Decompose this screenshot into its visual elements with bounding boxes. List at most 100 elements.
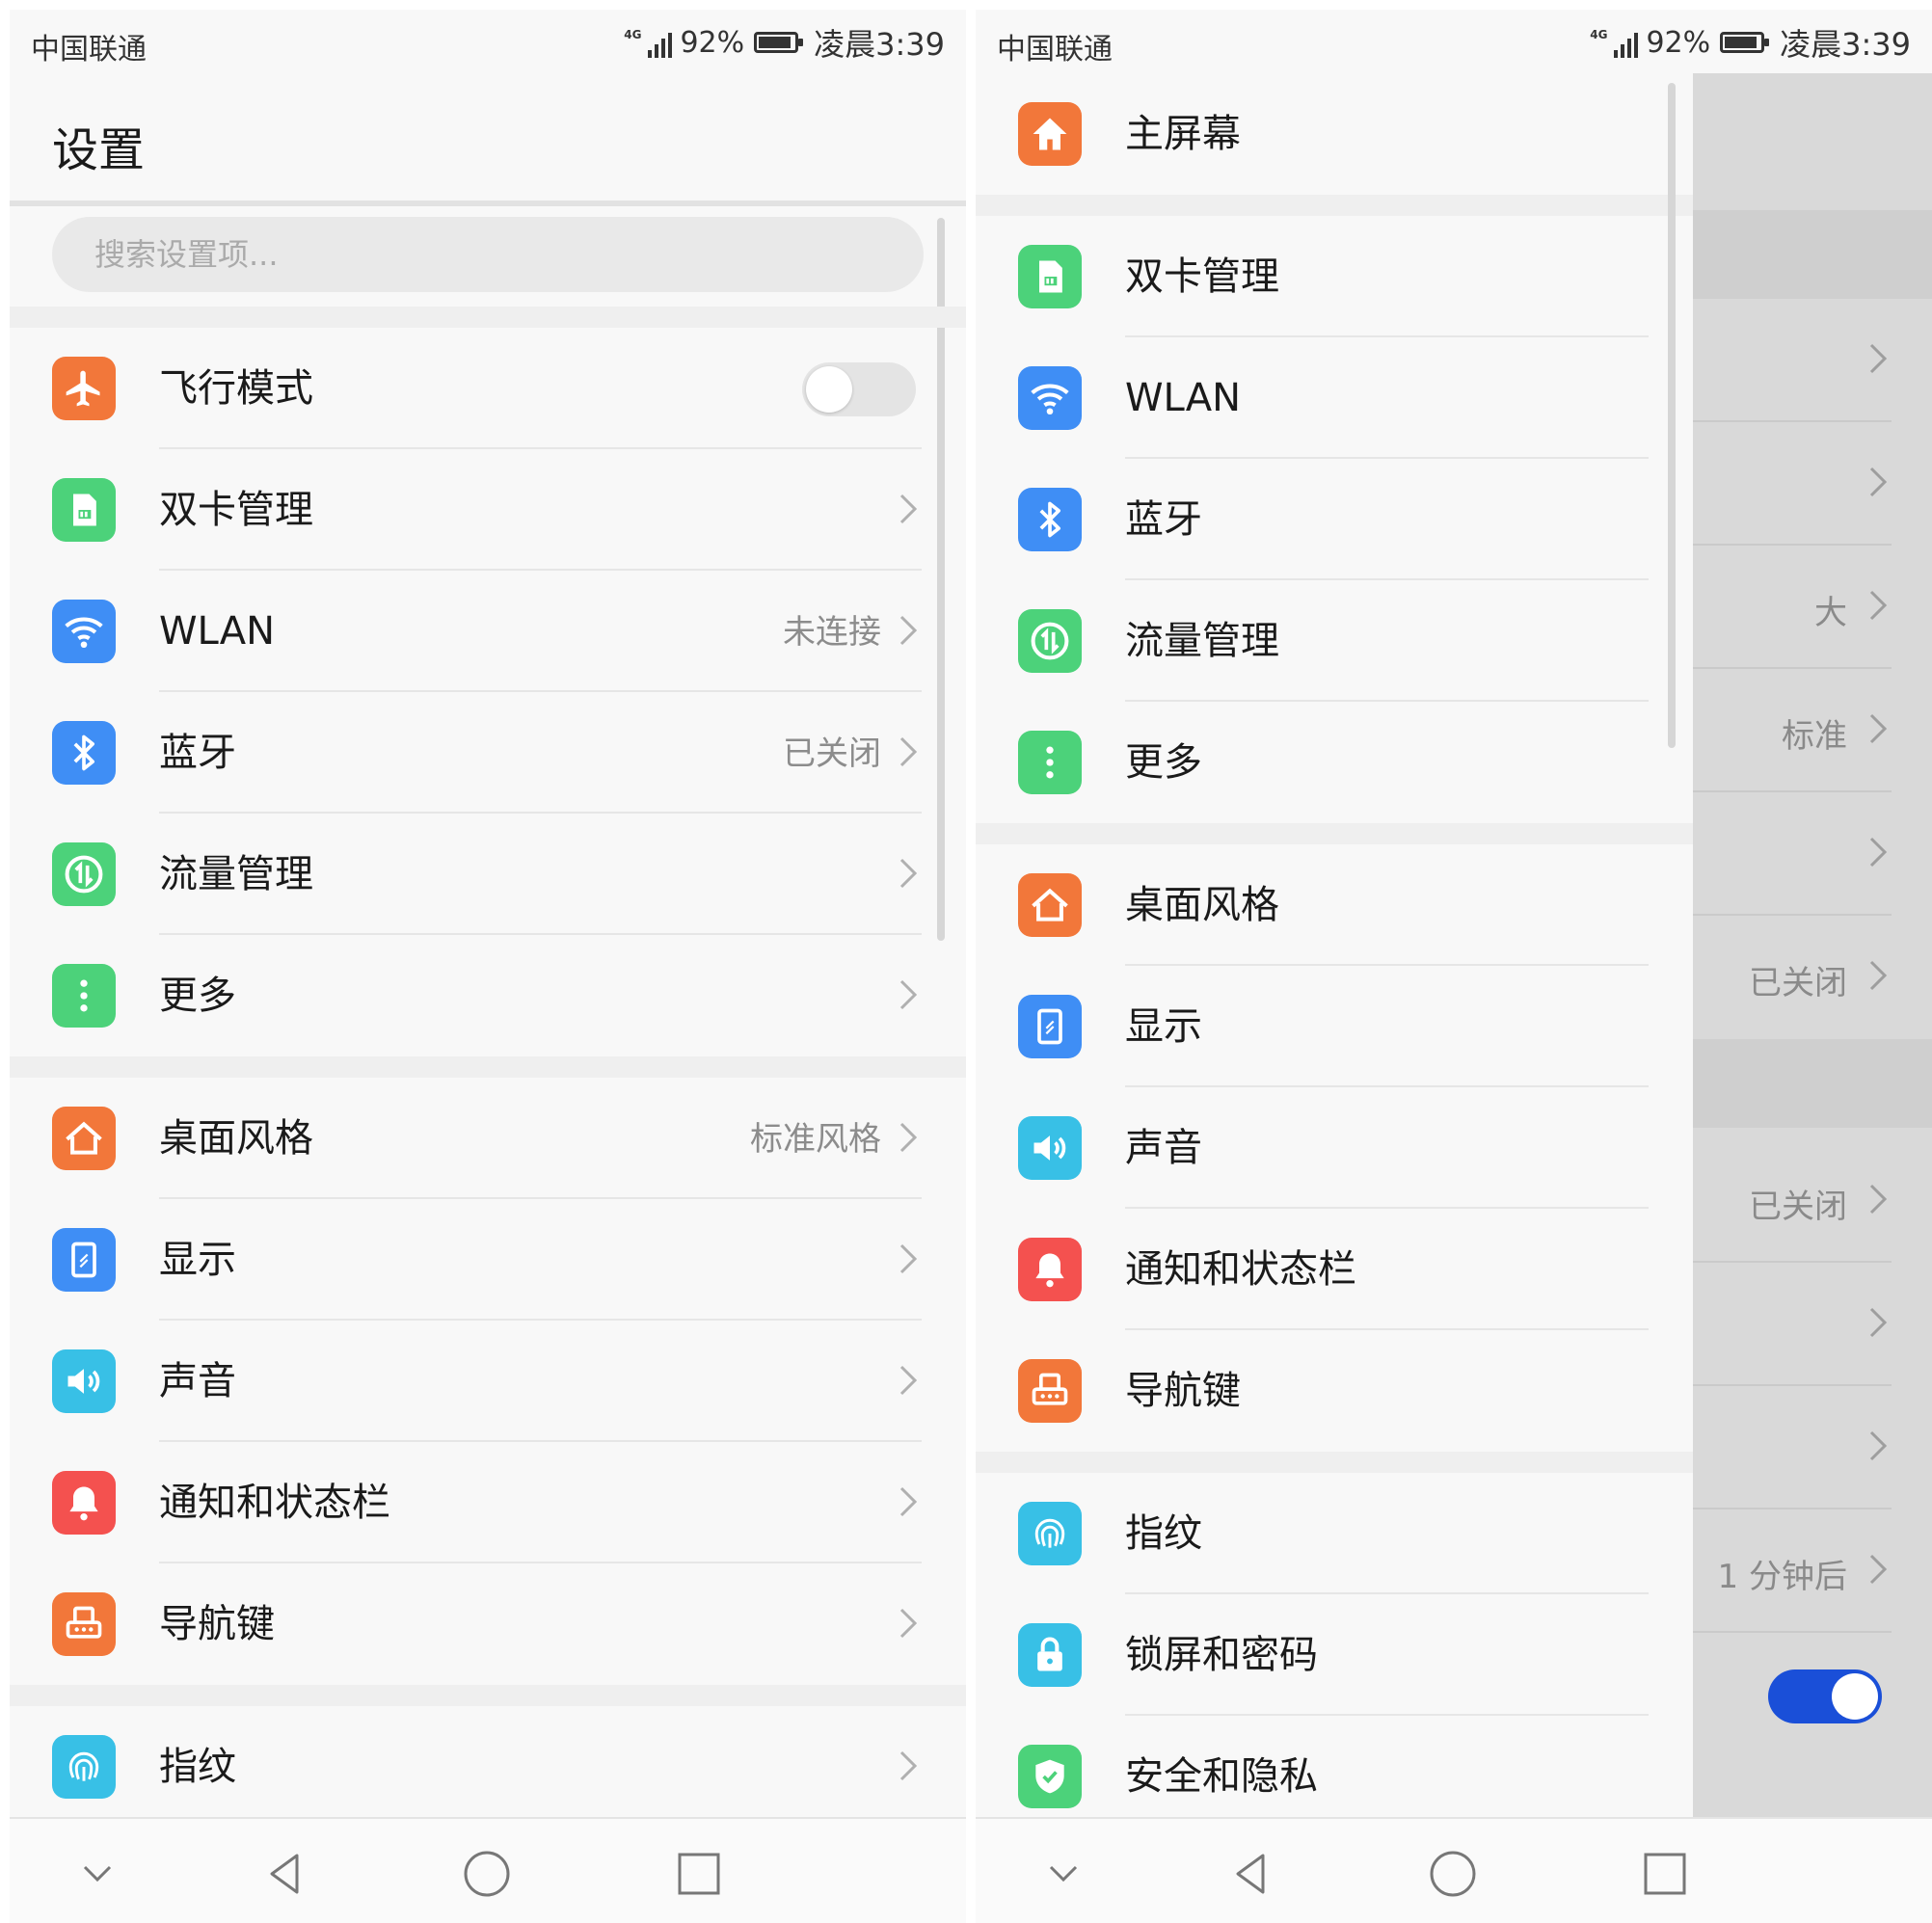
background-row[interactable]: 已关闭 (1693, 1139, 1932, 1263)
network-type: 4G (624, 28, 642, 41)
bluetooth-status: 已关闭 (783, 734, 881, 773)
battery-fill (759, 37, 791, 48)
background-row[interactable]: 已关闭 (1693, 916, 1932, 1039)
drawer-item-fingerprint[interactable]: 指纹 (976, 1473, 1693, 1594)
background-row[interactable] (1693, 422, 1932, 546)
background-row[interactable]: 1 分钟后 (1693, 1509, 1932, 1633)
home-circle-icon[interactable] (1427, 1848, 1479, 1900)
notification-bell-icon (52, 1471, 116, 1535)
search-input[interactable] (52, 217, 924, 292)
background-row[interactable]: 标准 (1693, 669, 1932, 792)
sound-icon (52, 1349, 116, 1413)
home-icon (1018, 102, 1082, 166)
chevron-right-icon (1869, 1184, 1888, 1215)
settings-screen-right: 中国联通 4G 92% 凌晨3:39 大 标准 已关闭 已关闭 1 分钟后 主屏… (976, 10, 1932, 1923)
settings-item-label: 显示 (159, 1238, 236, 1282)
drawer-item-more[interactable]: 更多 (976, 702, 1693, 823)
settings-item-label: 导航键 (159, 1602, 275, 1646)
settings-item-dual-sim[interactable]: 双卡管理 (10, 449, 966, 571)
settings-drawer: 主屏幕 双卡管理 WLAN 蓝牙 流量管理 更多 桌面风格 显示 声音 通知和状… (976, 73, 1693, 1817)
back-icon[interactable] (258, 1848, 310, 1900)
background-row[interactable] (1693, 1386, 1932, 1509)
chevron-right-icon (1869, 467, 1888, 497)
collapse-chevron-icon[interactable] (1037, 1848, 1089, 1900)
navigation-key-icon (1018, 1359, 1082, 1423)
background-row[interactable]: 大 (1693, 546, 1932, 669)
settings-item-data-usage[interactable]: 流量管理 (10, 814, 966, 935)
chevron-right-icon (899, 1750, 918, 1781)
recents-icon[interactable] (1639, 1848, 1691, 1900)
drawer-item-home-screen[interactable]: 主屏幕 (976, 73, 1693, 195)
settings-item-airplane-mode[interactable]: 飞行模式 (10, 328, 966, 449)
scrollbar[interactable] (1668, 83, 1676, 748)
recents-icon[interactable] (673, 1848, 725, 1900)
page-title: 设置 (52, 123, 146, 177)
chevron-right-icon (1869, 590, 1888, 621)
notification-bell-icon (1018, 1238, 1082, 1301)
settings-item-notifications[interactable]: 通知和状态栏 (10, 1442, 966, 1563)
settings-item-more[interactable]: 更多 (10, 935, 966, 1056)
drawer-item-label: 锁屏和密码 (1125, 1633, 1318, 1677)
airplane-mode-toggle[interactable] (802, 362, 916, 416)
settings-item-sound[interactable]: 声音 (10, 1321, 966, 1442)
chevron-right-icon (899, 1243, 918, 1274)
status-bar: 中国联通 4G 92% 凌晨3:39 (976, 10, 1932, 73)
settings-screen-left: 中国联通 4G 92% 凌晨3:39 设置 飞行模式 (10, 10, 966, 1923)
bluetooth-icon (52, 721, 116, 785)
drawer-item-data-usage[interactable]: 流量管理 (976, 580, 1693, 702)
drawer-item-wlan[interactable]: WLAN (976, 337, 1693, 459)
chevron-right-icon (899, 615, 918, 646)
settings-item-label: 蓝牙 (159, 731, 236, 775)
settings-item-label: 更多 (159, 974, 236, 1018)
background-row[interactable] (1693, 792, 1932, 916)
drawer-item-label: 更多 (1125, 740, 1202, 785)
settings-item-navigation-keys[interactable]: 导航键 (10, 1563, 966, 1685)
battery-icon (754, 32, 804, 53)
home-circle-icon[interactable] (461, 1848, 513, 1900)
settings-item-label: 指纹 (159, 1745, 236, 1789)
wifi-icon (1018, 366, 1082, 430)
drawer-item-navigation-keys[interactable]: 导航键 (976, 1330, 1693, 1452)
drawer-item-dual-sim[interactable]: 双卡管理 (976, 216, 1693, 337)
shield-icon (1018, 1745, 1082, 1808)
back-icon[interactable] (1224, 1848, 1276, 1900)
section-divider (10, 307, 966, 328)
chevron-right-icon (899, 858, 918, 889)
settings-item-label: 通知和状态栏 (159, 1481, 390, 1525)
background-row[interactable] (1693, 1633, 1932, 1756)
drawer-item-display[interactable]: 显示 (976, 966, 1693, 1087)
drawer-item-label: WLAN (1125, 376, 1242, 420)
settings-item-label: 桌面风格 (159, 1116, 313, 1161)
more-icon (1018, 731, 1082, 794)
settings-item-label: WLAN (159, 609, 276, 654)
drawer-item-home-style[interactable]: 桌面风格 (976, 844, 1693, 966)
header-divider (10, 200, 966, 206)
background-row[interactable] (1693, 299, 1932, 422)
drawer-item-notifications[interactable]: 通知和状态栏 (976, 1209, 1693, 1330)
drawer-item-bluetooth[interactable]: 蓝牙 (976, 459, 1693, 580)
settings-item-display[interactable]: 显示 (10, 1199, 966, 1321)
drawer-item-label: 主屏幕 (1125, 112, 1241, 156)
carrier-name: 中国联通 (997, 33, 1113, 67)
chevron-right-icon (1869, 960, 1888, 991)
section-divider (10, 1685, 966, 1706)
background-row[interactable] (1693, 1263, 1932, 1386)
chevron-right-icon (899, 1486, 918, 1517)
status-indicators: 4G 92% 凌晨3:39 (624, 23, 945, 64)
drawer-item-sound[interactable]: 声音 (976, 1087, 1693, 1209)
battery-fill (1725, 37, 1757, 48)
chevron-right-icon (1869, 713, 1888, 744)
background-value: 大 (1814, 594, 1847, 632)
sim-card-icon (52, 478, 116, 542)
settings-item-home-style[interactable]: 桌面风格 标准风格 (10, 1078, 966, 1199)
collapse-chevron-icon[interactable] (71, 1848, 123, 1900)
section-divider (976, 823, 1693, 844)
navigation-bar (976, 1817, 1932, 1923)
settings-item-bluetooth[interactable]: 蓝牙 已关闭 (10, 692, 966, 814)
settings-item-wlan[interactable]: WLAN 未连接 (10, 571, 966, 692)
settings-item-fingerprint[interactable]: 指纹 (10, 1706, 966, 1828)
background-toggle-on[interactable] (1768, 1669, 1882, 1723)
drawer-item-lock-screen[interactable]: 锁屏和密码 (976, 1594, 1693, 1716)
chevron-right-icon (899, 494, 918, 524)
settings-item-label: 飞行模式 (159, 366, 313, 411)
